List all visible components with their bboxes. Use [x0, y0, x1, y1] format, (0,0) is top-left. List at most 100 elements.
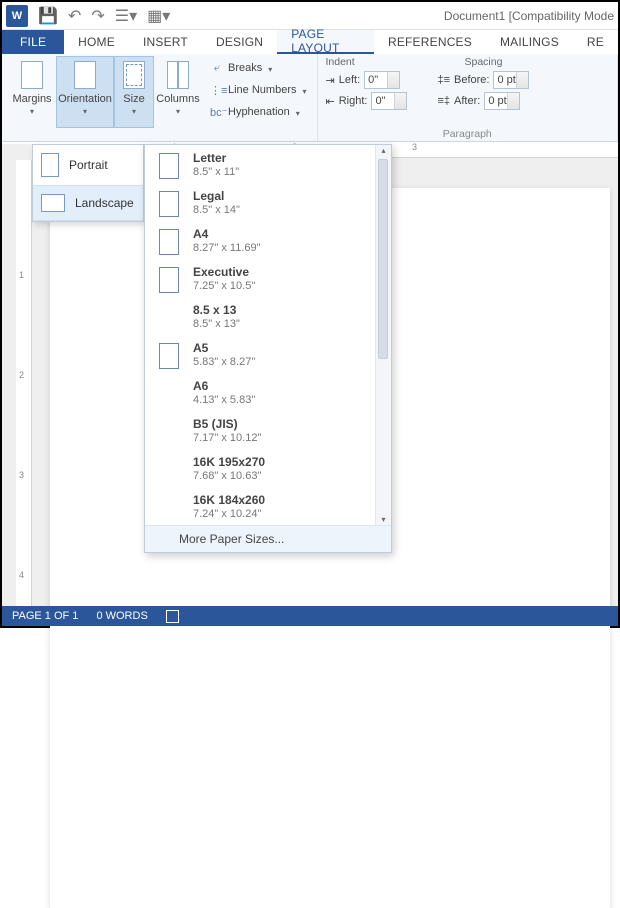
size-option[interactable]: A64.13" x 5.83" [145, 373, 391, 411]
size-name: A6 [193, 379, 255, 393]
spacing-after-label: After: [454, 95, 480, 107]
size-option[interactable]: 8.5 x 138.5" x 13" [145, 297, 391, 335]
page-setup-small: ⤶Breaks▾ ⋮≡Line Numbers▾ bc⁻Hyphenation▾ [206, 56, 311, 122]
page-size-icon [159, 381, 179, 407]
size-menu: Letter8.5" x 11"Legal8.5" x 14"A48.27" x… [144, 144, 392, 553]
title-bar: W 💾 ↶ ↷ ☰▾ ▦▾ Document1 [Compatibility M… [2, 2, 618, 30]
size-name: A4 [193, 227, 261, 241]
orientation-landscape[interactable]: Landscape [33, 185, 143, 221]
spacing-after-icon: ≡‡ [437, 95, 450, 107]
tab-mailings[interactable]: MAILINGS [486, 30, 573, 54]
ruler-v-tick: 4 [19, 570, 24, 580]
margins-icon [21, 61, 43, 89]
grid-icon[interactable]: ▦▾ [147, 6, 170, 26]
indent-left-label: Left: [339, 74, 360, 86]
size-option[interactable]: Letter8.5" x 11" [145, 145, 391, 183]
orientation-menu: Portrait Landscape [32, 144, 144, 222]
indent-title: Indent [326, 56, 408, 68]
size-dimensions: 7.68" x 10.63" [193, 470, 265, 482]
scroll-down-icon[interactable]: ▾ [376, 515, 391, 524]
size-option[interactable]: 16K 184x2607.24" x 10.24" [145, 487, 391, 525]
size-option[interactable]: A48.27" x 11.69" [145, 221, 391, 259]
tab-home[interactable]: HOME [64, 30, 129, 54]
tab-review[interactable]: RE [573, 30, 618, 54]
page-size-icon [159, 305, 179, 331]
page-size-icon [159, 229, 179, 255]
tab-references[interactable]: REFERENCES [374, 30, 486, 54]
columns-icon [167, 61, 189, 89]
margins-label: Margins [12, 93, 51, 105]
paragraph-group: Indent ⇥Left:0" ⇤Right:0" Spacing ‡≡Befo… [318, 54, 619, 141]
spacing-block: Spacing ‡≡ Before: 0 pt ≡‡ After: 0 pt [437, 56, 529, 110]
scrollbar-thumb[interactable] [378, 159, 388, 359]
tab-page-layout[interactable]: PAGE LAYOUT [277, 30, 374, 54]
size-name: 16K 184x260 [193, 493, 265, 507]
page-size-icon [159, 419, 179, 445]
indent-left-input[interactable]: 0" [364, 71, 400, 89]
page-size-icon [159, 267, 179, 293]
size-dimensions: 4.13" x 5.83" [193, 394, 255, 406]
size-name: A5 [193, 341, 255, 355]
redo-icon[interactable]: ↷ [91, 6, 104, 26]
list-icon[interactable]: ☰▾ [115, 6, 137, 26]
ruler-v-tick: 2 [19, 370, 24, 380]
chevron-down-icon: ▾ [176, 107, 180, 116]
size-option[interactable]: Legal8.5" x 14" [145, 183, 391, 221]
breaks-label: Breaks [228, 62, 262, 74]
size-label: Size [123, 93, 144, 105]
quick-access-toolbar: 💾 ↶ ↷ ☰▾ ▦▾ [38, 6, 170, 26]
indent-right-input[interactable]: 0" [371, 92, 407, 110]
spacing-title: Spacing [437, 56, 529, 68]
word-app-icon: W [6, 5, 28, 27]
indent-right-icon: ⇤ [326, 95, 335, 108]
spacing-after-input[interactable]: 0 pt [484, 92, 520, 110]
size-name: 8.5 x 13 [193, 303, 240, 317]
size-name: Executive [193, 265, 255, 279]
size-icon [123, 61, 145, 89]
undo-icon[interactable]: ↶ [68, 6, 81, 26]
ruler-h-tick: 3 [412, 142, 417, 152]
document-title: Document1 [Compatibility Mode [444, 9, 614, 23]
size-option[interactable]: B5 (JIS)7.17" x 10.12" [145, 411, 391, 449]
status-words[interactable]: 0 WORDS [96, 610, 147, 622]
tab-insert[interactable]: INSERT [129, 30, 202, 54]
chevron-down-icon: ▾ [83, 107, 87, 116]
orientation-button[interactable]: Orientation ▾ [56, 56, 114, 128]
hyphenation-button[interactable]: bc⁻Hyphenation▾ [206, 102, 311, 122]
margins-button[interactable]: Margins ▾ [8, 56, 56, 128]
line-numbers-button[interactable]: ⋮≡Line Numbers▾ [206, 80, 311, 100]
size-dimensions: 5.83" x 8.27" [193, 356, 255, 368]
size-name: Legal [193, 189, 240, 203]
spacing-before-input[interactable]: 0 pt [493, 71, 529, 89]
size-dimensions: 8.5" x 11" [193, 166, 239, 178]
landscape-icon [41, 194, 65, 212]
tab-design[interactable]: DESIGN [202, 30, 277, 54]
status-page[interactable]: PAGE 1 OF 1 [12, 610, 78, 622]
orientation-icon [74, 61, 96, 89]
page-size-icon [159, 191, 179, 217]
size-option[interactable]: Executive7.25" x 10.5" [145, 259, 391, 297]
columns-button[interactable]: Columns ▾ [154, 56, 202, 128]
breaks-button[interactable]: ⤶Breaks▾ [206, 58, 311, 78]
size-dimensions: 8.5" x 14" [193, 204, 240, 216]
tab-file[interactable]: FILE [2, 30, 64, 54]
size-option[interactable]: A55.83" x 8.27" [145, 335, 391, 373]
ruler-vertical[interactable]: 1 2 3 4 [16, 160, 32, 606]
chevron-down-icon: ▾ [132, 107, 136, 116]
size-name: Letter [193, 151, 239, 165]
line-numbers-icon: ⋮≡ [210, 84, 224, 97]
spacing-before-label: Before: [454, 74, 489, 86]
spacing-before-icon: ‡≡ [437, 74, 450, 86]
status-book-icon[interactable] [166, 610, 179, 623]
size-option[interactable]: 16K 195x2707.68" x 10.63" [145, 449, 391, 487]
status-bar: PAGE 1 OF 1 0 WORDS [2, 606, 618, 626]
scrollbar[interactable]: ▴ ▾ [375, 145, 391, 525]
orientation-portrait[interactable]: Portrait [33, 145, 143, 185]
more-paper-sizes[interactable]: More Paper Sizes... [145, 525, 391, 552]
hyphenation-icon: bc⁻ [210, 106, 224, 119]
scroll-up-icon[interactable]: ▴ [376, 146, 391, 155]
size-button[interactable]: Size ▾ [114, 56, 154, 128]
paragraph-caption: Paragraph [318, 128, 618, 140]
save-icon[interactable]: 💾 [38, 6, 58, 26]
indent-right-label: Right: [339, 95, 368, 107]
